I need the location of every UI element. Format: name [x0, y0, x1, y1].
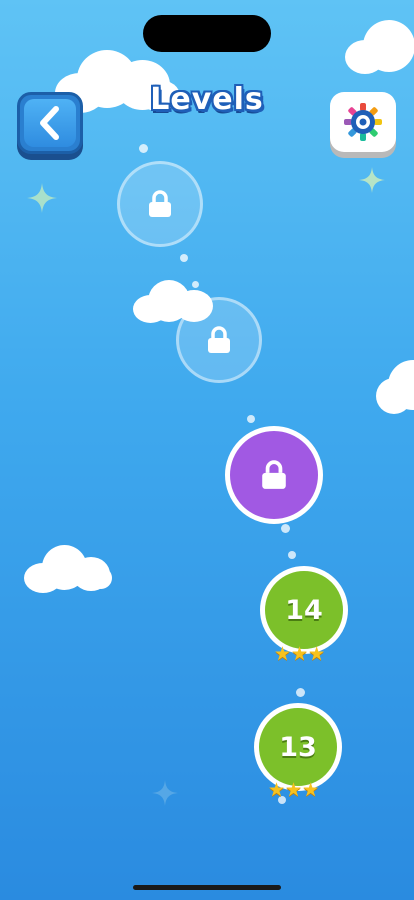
path-dot [296, 688, 305, 697]
path-dot [247, 415, 255, 423]
path-dot [192, 281, 199, 288]
path-dot [288, 551, 296, 559]
path-dot [281, 524, 290, 533]
level-node-locked[interactable] [176, 297, 262, 383]
star-rating: ★ ★ ★ [268, 781, 319, 800]
sparkle-icon [359, 167, 385, 193]
star-icon: ★ [268, 779, 286, 801]
cloud-decoration [24, 545, 114, 595]
star-icon: ★ [302, 779, 320, 801]
settings-button[interactable] [330, 92, 396, 152]
star-icon: ★ [285, 779, 303, 801]
star-icon: ★ [308, 643, 326, 665]
sparkle-icon [152, 780, 178, 806]
level-node-14[interactable]: 14 [260, 566, 348, 654]
gear-icon [344, 103, 382, 141]
level-node-locked[interactable] [117, 161, 203, 247]
level-number: 13 [279, 731, 317, 763]
level-number: 14 [285, 594, 323, 626]
level-node-13[interactable]: 13 [254, 703, 342, 791]
level-node-next-locked[interactable] [225, 426, 323, 524]
star-icon: ★ [291, 643, 309, 665]
lock-icon [149, 190, 171, 217]
lock-icon [262, 460, 286, 489]
path-dot [180, 254, 188, 262]
sparkle-icon [27, 183, 57, 213]
path-dot [139, 144, 148, 153]
lock-icon [208, 326, 230, 353]
home-indicator [133, 885, 281, 890]
cloud-decoration [376, 360, 414, 420]
cloud-decoration [345, 20, 414, 75]
star-rating: ★ ★ ★ [274, 645, 325, 664]
star-icon: ★ [274, 643, 292, 665]
